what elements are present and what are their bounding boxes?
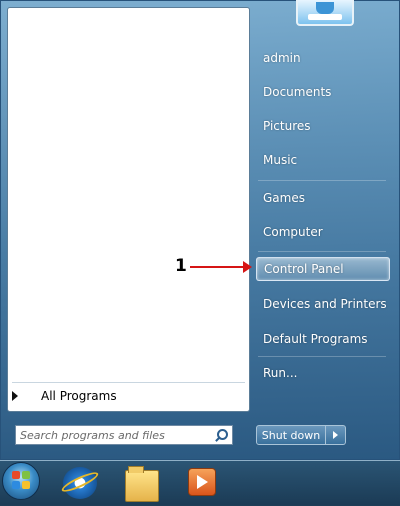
annotation-arrow-icon: [190, 261, 252, 273]
right-item-label: Devices and Printers: [263, 297, 387, 311]
divider: [258, 356, 386, 357]
divider: [258, 251, 386, 252]
right-item-label: Computer: [263, 225, 323, 239]
right-item-documents[interactable]: Documents: [256, 81, 390, 103]
right-item-computer[interactable]: Computer: [256, 221, 390, 243]
search-placeholder: Search programs and files: [20, 428, 165, 442]
windows-start-icon[interactable]: [2, 462, 40, 500]
shutdown-button[interactable]: Shut down: [256, 425, 326, 445]
chevron-right-icon: [333, 431, 338, 439]
search-input[interactable]: Search programs and files: [15, 425, 233, 445]
media-player-icon[interactable]: [188, 468, 216, 496]
shutdown-options-button[interactable]: [326, 425, 346, 445]
right-item-label: admin: [263, 51, 301, 65]
search-icon[interactable]: [212, 426, 232, 444]
right-item-music[interactable]: Music: [256, 149, 390, 171]
internet-explorer-icon[interactable]: [63, 467, 97, 499]
all-programs-label: All Programs: [41, 389, 117, 403]
right-item-label: Music: [263, 153, 298, 167]
shutdown-control: Shut down: [256, 425, 349, 445]
right-item-pictures[interactable]: Pictures: [256, 115, 390, 137]
right-item-admin[interactable]: admin: [256, 47, 390, 69]
arrow-right-icon: [12, 391, 18, 401]
annotation-number: 1: [175, 256, 187, 276]
right-item-label: Default Programs: [263, 332, 368, 346]
right-item-label: Pictures: [263, 119, 311, 133]
folder-icon[interactable]: [125, 466, 159, 502]
right-item-label: Games: [263, 191, 305, 205]
user-picture-icon[interactable]: [296, 0, 354, 26]
all-programs-item[interactable]: All Programs: [6, 383, 236, 409]
right-item-run[interactable]: Run...: [256, 362, 390, 384]
right-item-label: Run...: [263, 366, 298, 380]
right-item-label: Control Panel: [264, 262, 344, 276]
right-item-games[interactable]: Games: [256, 187, 390, 209]
programs-pane: [7, 7, 250, 412]
right-item-control-panel[interactable]: Control Panel: [256, 257, 390, 281]
right-item-default-programs[interactable]: Default Programs: [256, 328, 390, 350]
right-item-devices-and-printers[interactable]: Devices and Printers: [256, 293, 390, 315]
divider: [258, 180, 386, 181]
right-item-label: Documents: [263, 85, 332, 99]
